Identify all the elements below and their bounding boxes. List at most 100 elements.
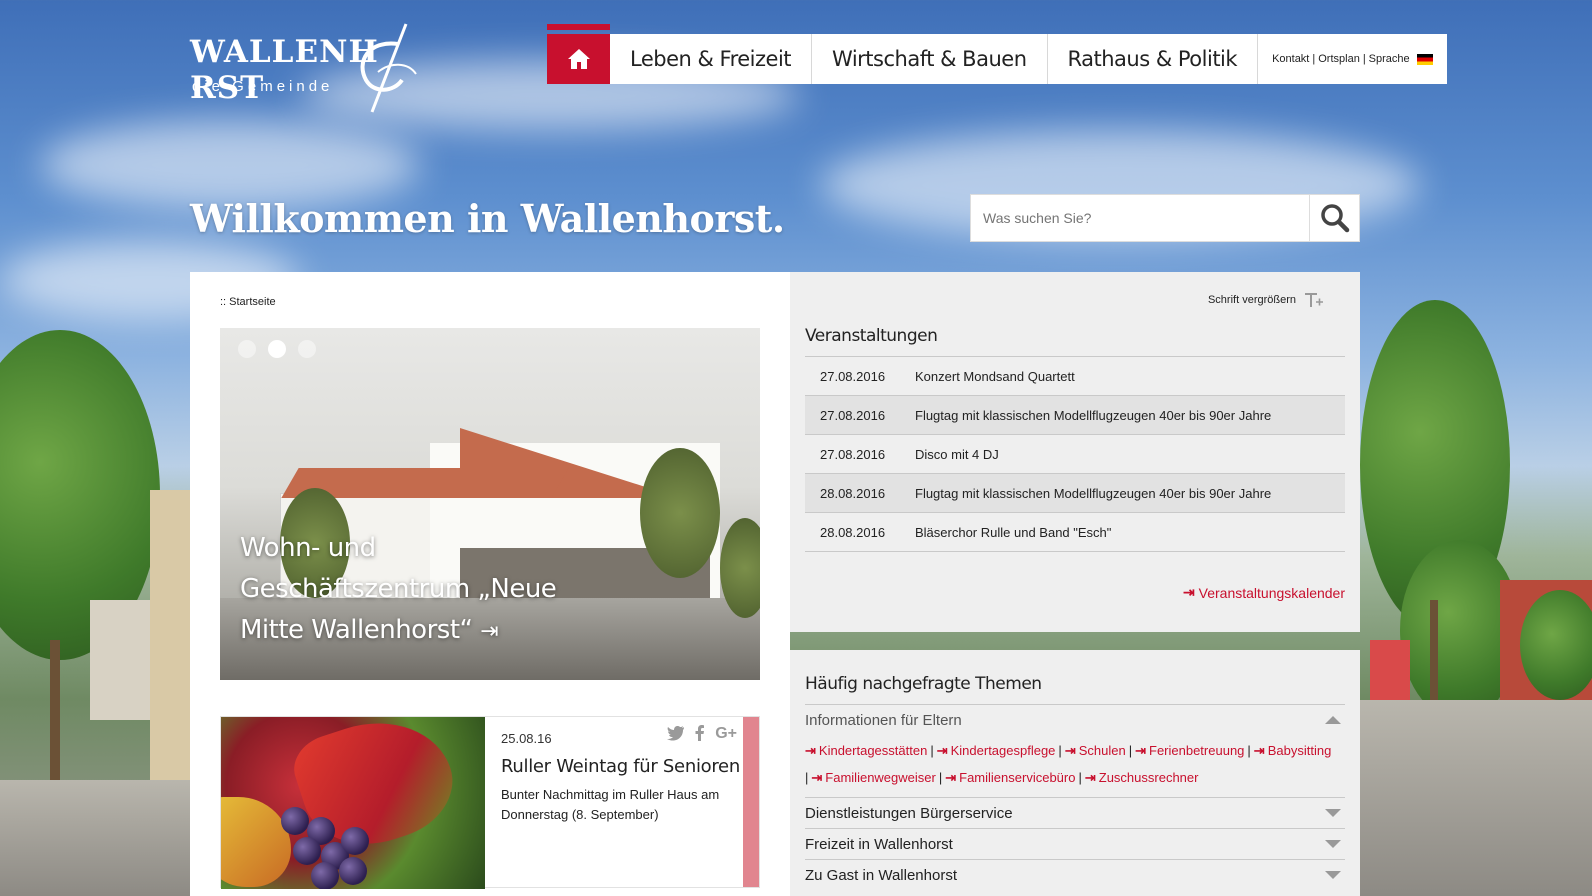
news-text: Bunter Nachmittag im Ruller Haus am Donn… — [501, 787, 720, 822]
event-row[interactable]: 28.08.2016 Bläserchor Rulle und Band "Es… — [805, 513, 1345, 552]
event-row[interactable]: 28.08.2016 Flugtag mit klassischen Model… — [805, 474, 1345, 513]
search-input[interactable] — [971, 195, 1309, 241]
chevron-down-icon — [1325, 809, 1341, 817]
breadcrumb[interactable]: :: Startseite — [220, 296, 276, 308]
home-icon — [567, 49, 590, 69]
logo-subtitle: die Gemeinde — [192, 78, 334, 95]
event-date: 28.08.2016 — [820, 524, 886, 540]
accordion-header[interactable]: Informationen für Eltern — [805, 705, 1345, 735]
google-plus-icon[interactable]: G+ — [715, 725, 737, 743]
nav-rathaus-politik[interactable]: Rathaus & Politik — [1046, 34, 1258, 84]
chevron-down-icon — [1325, 840, 1341, 848]
nav-leben-freizeit[interactable]: Leben & Freizeit — [610, 34, 811, 84]
link-label: Schulen — [1078, 743, 1126, 758]
search-button[interactable] — [1309, 195, 1359, 241]
event-name: Disco mit 4 DJ — [915, 446, 999, 462]
main-navigation: Leben & Freizeit Wirtschaft & Bauen Rath… — [547, 24, 1447, 84]
slider-dot-active[interactable] — [268, 340, 286, 358]
social-share: G+ — [667, 725, 737, 743]
sign-in-arrow-icon: ⇥ — [811, 770, 823, 785]
event-date: 27.08.2016 — [820, 407, 886, 423]
accordion-eltern: Informationen für Eltern ⇥ Kindertagesstä… — [805, 704, 1345, 791]
logo-emblem-icon — [360, 23, 417, 113]
link-label: Familienwegweiser — [825, 770, 936, 785]
separator: | — [1128, 743, 1133, 758]
slider-dots — [238, 340, 316, 358]
accordion-header[interactable]: Zu Gast in Wallenhorst — [805, 860, 1345, 890]
news-teaser[interactable]: 25.08.16 G+ Ruller Weintag für Senioren … — [220, 716, 760, 889]
sign-in-arrow-icon: ⇥ — [1084, 770, 1096, 785]
link-zuschussrechner[interactable]: ⇥ Zuschussrechner — [1085, 770, 1199, 785]
sign-in-arrow-icon: ⇥ — [1135, 743, 1146, 758]
home-button[interactable] — [547, 24, 610, 84]
slider-dot[interactable] — [238, 340, 256, 358]
accordion-label: Dienstleistungen Bürgerservice — [805, 804, 1013, 822]
ortsplan-link[interactable]: Ortsplan — [1318, 53, 1360, 65]
event-name: Flugtag mit klassischen Modellflugzeugen… — [915, 407, 1272, 423]
accordion-buergerservice: Dienstleistungen Bürgerservice — [805, 797, 1345, 828]
sign-in-arrow-icon: ⇥ — [936, 743, 948, 758]
separator: | — [1362, 53, 1366, 65]
events-list: 27.08.2016 Konzert Mondsand Quartett 27.… — [805, 356, 1345, 552]
accordion-freizeit: Freizeit in Wallenhorst — [805, 828, 1345, 859]
main-content: :: Startseite Wohn- und Geschäftszentrum… — [190, 272, 790, 896]
event-name: Konzert Mondsand Quartett — [915, 368, 1075, 384]
separator: | — [1247, 743, 1251, 758]
image-slider[interactable]: Wohn- und Geschäftszentrum „Neue Mitte W… — [220, 328, 760, 680]
link-kindertagesstaetten[interactable]: ⇥ Kindertagesstätten — [805, 743, 927, 758]
event-name: Flugtag mit klassischen Modellflugzeugen… — [915, 485, 1272, 501]
link-schulen[interactable]: ⇥ Schulen — [1065, 743, 1126, 758]
link-label: Kindertagesstätten — [818, 743, 928, 758]
link-familienwegweiser[interactable]: ⇥ Familienwegweiser — [811, 770, 935, 785]
news-accent-bar — [743, 717, 759, 887]
link-babysitting[interactable]: ⇥ Babysitting — [1254, 743, 1332, 758]
nav-wirtschaft-bauen[interactable]: Wirtschaft & Bauen — [811, 34, 1046, 84]
accordion-links: ⇥ Kindertagesstätten | ⇥ Kindertagespflege | ⇥… — [805, 735, 1345, 791]
sign-in-arrow-icon: ⇥ — [1064, 743, 1076, 758]
kontakt-link[interactable]: Kontakt — [1272, 53, 1309, 65]
chevron-down-icon — [1325, 871, 1341, 879]
sign-in-arrow-icon: ⇥ — [945, 770, 957, 785]
event-date: 28.08.2016 — [820, 485, 886, 501]
german-flag-icon[interactable] — [1416, 53, 1433, 65]
event-row[interactable]: 27.08.2016 Konzert Mondsand Quartett — [805, 357, 1345, 396]
accordion-header[interactable]: Dienstleistungen Bürgerservice — [805, 798, 1345, 828]
link-label: Familienservicebüro — [959, 770, 1076, 785]
event-row[interactable]: 27.08.2016 Flugtag mit klassischen Model… — [805, 396, 1345, 435]
topics-heading: Häufig nachgefragte Themen — [805, 674, 1042, 694]
link-ferienbetreuung[interactable]: ⇥ Ferienbetreuung — [1135, 743, 1244, 758]
text-enlarge-icon — [1305, 293, 1323, 307]
link-label: Zuschussrechner — [1098, 770, 1199, 785]
twitter-icon[interactable] — [667, 725, 685, 741]
utility-links: Kontakt | Ortsplan | Sprache — [1257, 34, 1447, 84]
facebook-icon[interactable] — [695, 725, 705, 741]
accordion-label: Zu Gast in Wallenhorst — [805, 866, 957, 884]
link-familienservicebuero[interactable]: ⇥ Familienservicebüro — [945, 770, 1075, 785]
separator: | — [938, 770, 943, 785]
link-kindertagespflege[interactable]: ⇥ Kindertagespflege — [937, 743, 1056, 758]
font-size-toggle[interactable]: Schrift vergrößern — [1208, 292, 1324, 308]
news-image — [221, 717, 485, 889]
event-calendar-label: Veranstaltungskalender — [1198, 584, 1345, 601]
sign-in-arrow-icon: ⇥ — [805, 743, 816, 758]
news-title[interactable]: Ruller Weintag für Senioren — [501, 756, 743, 777]
link-label: Ferienbetreuung — [1149, 743, 1245, 758]
page-title: Willkommen in Wallenhorst. — [190, 196, 785, 241]
events-panel: Schrift vergrößern Veranstaltungen 27.08… — [790, 272, 1360, 632]
event-name: Bläserchor Rulle und Band "Esch" — [915, 524, 1112, 540]
font-size-label: Schrift vergrößern — [1207, 294, 1296, 306]
link-label: Kindertagespflege — [950, 743, 1056, 758]
slider-dot[interactable] — [298, 340, 316, 358]
events-heading: Veranstaltungen — [805, 326, 938, 346]
faq-topics-panel: Häufig nachgefragte Themen Informationen… — [790, 650, 1360, 896]
separator: | — [1078, 770, 1082, 785]
accordion-label: Freizeit in Wallenhorst — [805, 835, 953, 853]
site-logo[interactable]: WALLENH RST die Gemeinde — [190, 23, 460, 120]
accordion-zu-gast: Zu Gast in Wallenhorst — [805, 859, 1345, 890]
separator: | — [930, 743, 934, 758]
event-row[interactable]: 27.08.2016 Disco mit 4 DJ — [805, 435, 1345, 474]
slide-caption-link[interactable]: Wohn- und Geschäftszentrum „Neue Mitte W… — [240, 528, 570, 652]
accordion-header[interactable]: Freizeit in Wallenhorst — [805, 829, 1345, 859]
sprache-link[interactable]: Sprache — [1369, 53, 1410, 65]
event-calendar-link[interactable]: ⇥ Veranstaltungskalender — [1183, 584, 1345, 601]
